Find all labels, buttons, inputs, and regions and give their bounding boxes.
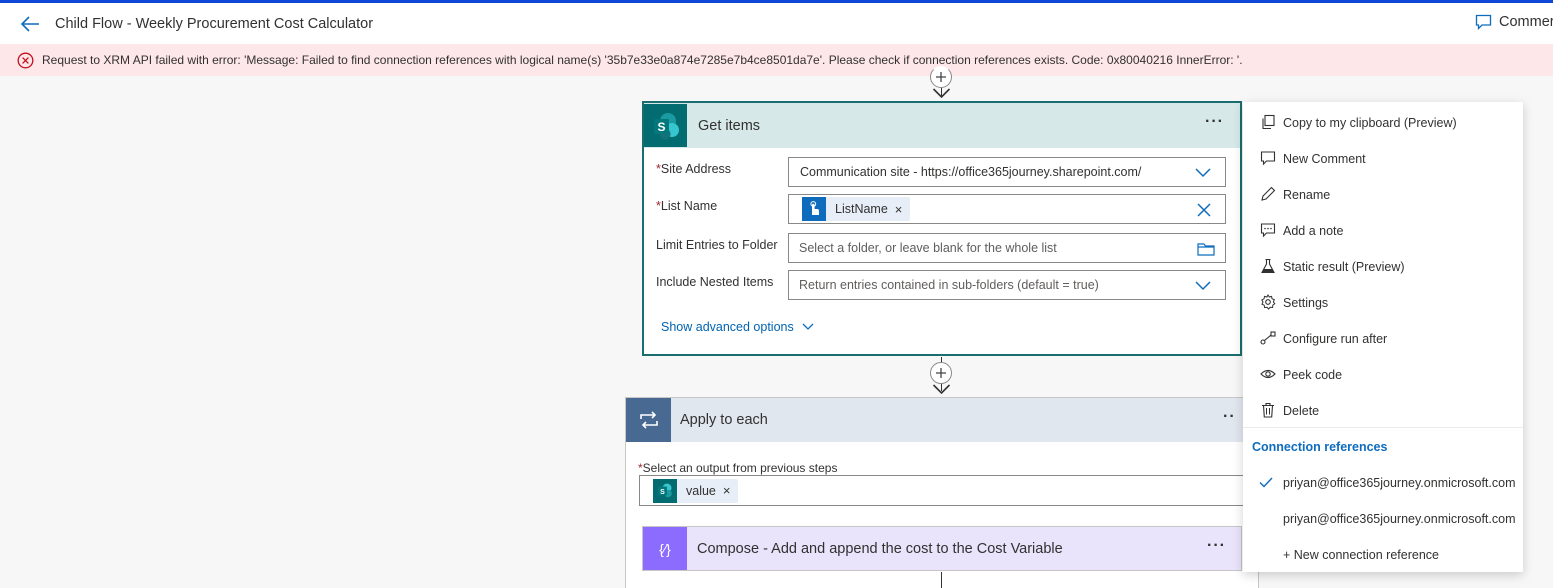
connector-arrow-icon — [932, 384, 951, 395]
menu-item-delete[interactable]: Delete — [1243, 392, 1523, 428]
menu-item-configure-run-after[interactable]: Configure run after — [1243, 320, 1523, 356]
get-items-action-card[interactable]: S Get items ··· *Site Address Communicat… — [642, 101, 1242, 356]
list-name-label: *List Name — [656, 199, 717, 213]
run-after-icon — [1260, 331, 1276, 345]
menu-item-rename[interactable]: Rename — [1243, 176, 1523, 212]
menu-item-label: Configure run after — [1283, 332, 1388, 346]
copy-icon — [1262, 114, 1275, 130]
checkmark-icon — [1259, 477, 1273, 488]
new-connection-reference[interactable]: + New connection reference — [1243, 536, 1523, 572]
svg-text:S: S — [660, 489, 665, 496]
output-label: *Select an output from previous steps — [638, 461, 837, 475]
manual-trigger-icon — [802, 197, 826, 221]
app-header: Child Flow - Weekly Procurement Cost Cal… — [0, 3, 1553, 44]
comments-button[interactable]: Commer — [1475, 14, 1553, 30]
menu-item-peek-code[interactable]: Peek code — [1243, 356, 1523, 392]
menu-item-label: New Comment — [1283, 152, 1366, 166]
svg-text:S: S — [657, 120, 665, 134]
token-label: ListName — [835, 202, 888, 216]
eye-icon — [1260, 369, 1276, 379]
comment-icon — [1260, 151, 1276, 166]
menu-divider — [1243, 427, 1523, 428]
chevron-down-icon[interactable] — [1195, 166, 1211, 178]
sharepoint-icon: S — [644, 104, 687, 147]
flask-icon — [1261, 258, 1275, 274]
remove-token-icon[interactable]: × — [895, 202, 903, 217]
connector-arrow-icon — [932, 88, 951, 99]
menu-item-label: Copy to my clipboard (Preview) — [1283, 116, 1457, 130]
get-items-header[interactable]: S Get items — [644, 103, 1240, 148]
folder-icon[interactable] — [1197, 242, 1215, 256]
connection-label: priyan@office365journey.onmicrosoft.com — [1283, 476, 1516, 490]
more-options-button[interactable]: ·· — [1223, 408, 1236, 426]
plus-icon — [936, 368, 946, 378]
output-label-text: Select an output from previous steps — [642, 461, 838, 475]
listname-token[interactable]: ListName × — [802, 197, 911, 221]
gear-icon — [1261, 294, 1276, 310]
menu-item-add-note[interactable]: Add a note — [1243, 212, 1523, 248]
error-circle-icon — [17, 52, 34, 68]
show-advanced-options-text: Show advanced options — [661, 320, 794, 334]
site-address-label: *Site Address — [656, 162, 731, 176]
compose-icon: {∕} — [643, 527, 687, 570]
site-address-dropdown[interactable]: Communication site - https://office365jo… — [788, 157, 1226, 187]
trash-icon — [1262, 402, 1274, 418]
comment-icon — [1475, 14, 1492, 30]
site-address-text: Site Address — [660, 162, 732, 176]
connection-label: priyan@office365journey.onmicrosoft.com — [1283, 512, 1516, 526]
comments-label: Commer — [1499, 14, 1553, 30]
new-connection-label: + New connection reference — [1283, 548, 1439, 562]
menu-item-copy-clipboard[interactable]: Copy to my clipboard (Preview) — [1243, 104, 1523, 140]
select-output-input[interactable]: S value × — [639, 475, 1259, 506]
flow-title: Child Flow - Weekly Procurement Cost Cal… — [55, 16, 374, 32]
insert-step-plus-top[interactable] — [930, 66, 952, 88]
apply-to-each-header[interactable]: Apply to each — [626, 398, 1258, 442]
menu-item-label: Delete — [1283, 404, 1320, 418]
chevron-down-icon — [802, 323, 814, 330]
show-advanced-options-link[interactable]: Show advanced options — [661, 320, 814, 334]
menu-item-label: Add a note — [1283, 224, 1344, 238]
clear-icon[interactable] — [1197, 203, 1211, 217]
menu-item-label: Static result (Preview) — [1283, 260, 1405, 274]
nested-items-placeholder: Return entries contained in sub-folders … — [799, 278, 1099, 292]
list-name-text: List Name — [660, 199, 718, 213]
limit-folder-input[interactable]: Select a folder, or leave blank for the … — [788, 233, 1226, 263]
limit-folder-placeholder: Select a folder, or leave blank for the … — [799, 241, 1057, 255]
error-banner: Request to XRM API failed with error: 'M… — [0, 44, 1553, 76]
nested-items-label: Include Nested Items — [656, 275, 774, 289]
remove-token-icon[interactable]: × — [723, 483, 731, 498]
more-options-button[interactable]: ··· — [1205, 113, 1224, 131]
connection-item-selected[interactable]: priyan@office365journey.onmicrosoft.com — [1243, 464, 1523, 500]
connection-item[interactable]: priyan@office365journey.onmicrosoft.com — [1243, 500, 1523, 536]
value-token[interactable]: S value × — [653, 478, 739, 503]
site-address-value: Communication site - https://office365jo… — [800, 165, 1142, 179]
limit-folder-label: Limit Entries to Folder — [656, 238, 778, 252]
loop-icon — [626, 398, 671, 442]
connector-line — [941, 572, 942, 588]
menu-item-label: Settings — [1283, 296, 1329, 310]
sharepoint-icon: S — [653, 478, 677, 503]
list-name-input[interactable]: ListName × — [788, 194, 1226, 224]
connection-references-heading: Connection references — [1252, 440, 1388, 454]
menu-item-label: Rename — [1283, 188, 1331, 202]
compose-action-card[interactable]: {∕} Compose - Add and append the cost to… — [642, 526, 1242, 571]
insert-step-plus[interactable] — [930, 362, 952, 384]
compose-title: Compose - Add and append the cost to the… — [697, 540, 1063, 557]
action-context-menu: Copy to my clipboard (Preview) New Comme… — [1243, 102, 1523, 572]
nested-items-dropdown[interactable]: Return entries contained in sub-folders … — [788, 270, 1226, 300]
menu-item-new-comment[interactable]: New Comment — [1243, 140, 1523, 176]
get-items-title: Get items — [698, 117, 761, 134]
error-message: Request to XRM API failed with error: 'M… — [42, 53, 1243, 67]
pencil-icon — [1261, 186, 1276, 201]
plus-icon — [936, 72, 946, 82]
chevron-down-icon[interactable] — [1195, 279, 1211, 291]
apply-to-each-title: Apply to each — [680, 412, 768, 428]
back-arrow-icon[interactable] — [19, 13, 41, 35]
note-icon — [1260, 223, 1276, 238]
menu-item-settings[interactable]: Settings — [1243, 284, 1523, 320]
more-options-button[interactable]: ··· — [1207, 537, 1226, 555]
menu-item-static-result[interactable]: Static result (Preview) — [1243, 248, 1523, 284]
menu-item-label: Peek code — [1283, 368, 1343, 382]
token-label: value — [686, 483, 716, 498]
